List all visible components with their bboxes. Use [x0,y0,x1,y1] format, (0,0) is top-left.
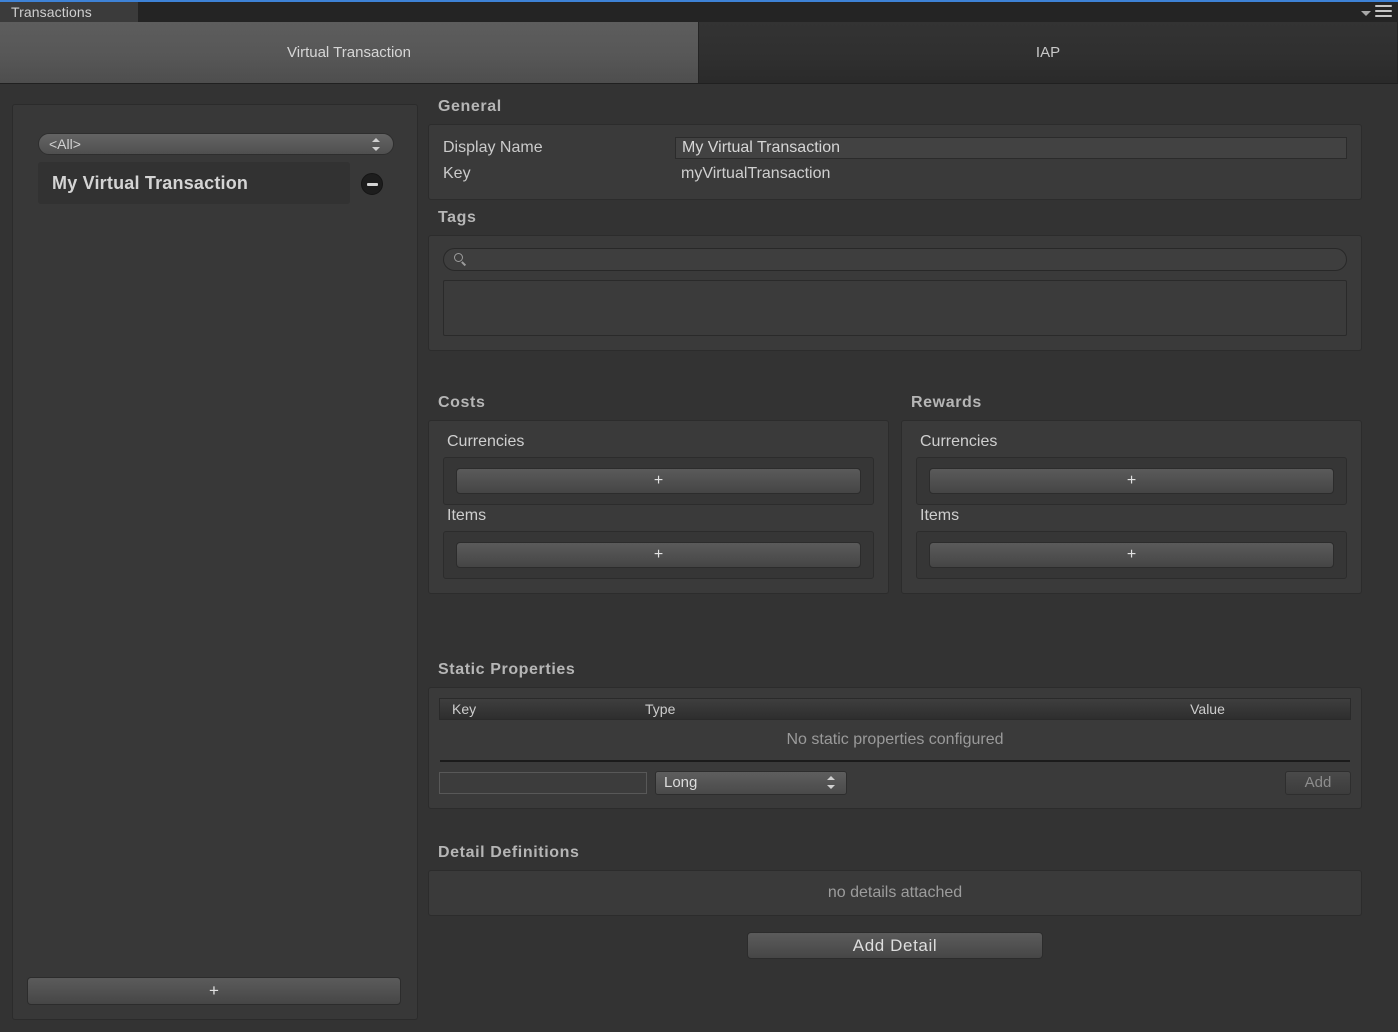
add-transaction-button[interactable]: + [27,977,401,1005]
mode-tab-bar: Virtual Transaction IAP [0,22,1398,84]
rewards-items-label: Items [920,507,960,524]
tab-iap[interactable]: IAP [699,22,1398,83]
costs-currencies-add-button[interactable]: + [456,468,861,494]
window-tab-transactions[interactable]: Transactions [0,2,138,22]
tab-virtual-transaction[interactable]: Virtual Transaction [0,22,699,83]
costs-items-add-button[interactable]: + [456,542,861,568]
rewards-items-add-button[interactable]: + [929,542,1334,568]
search-icon [454,252,468,267]
tags-section-title: Tags [438,209,477,226]
transaction-list-panel: <All> My Virtual Transaction + [12,104,418,1020]
window-body: <All> My Virtual Transaction + General D… [0,84,1398,1032]
minus-circle-icon[interactable] [361,173,383,195]
tab-iap-label: IAP [1035,44,1061,61]
rewards-box: Currencies + Items + [901,420,1362,594]
window-tab-label: Transactions [11,4,92,20]
add-property-button[interactable]: Add [1285,770,1351,795]
general-box: Display Name My Virtual Transaction Key … [428,124,1362,200]
new-property-key-input[interactable] [439,771,647,794]
updown-stepper-icon [825,775,836,790]
costs-items-list: + [443,531,874,579]
detail-definitions-section-title: Detail Definitions [438,844,580,861]
add-transaction-button-label: + [209,981,219,1000]
tag-filter-dropdown[interactable]: <All> [38,133,394,155]
new-property-type-dropdown[interactable]: Long [655,770,847,795]
static-properties-section: Static Properties Key Type Value No stat… [428,661,1362,809]
window-tab-strip-controls [1361,4,1392,18]
transaction-detail-panel: General Display Name My Virtual Transact… [428,84,1386,1032]
key-row: Key myVirtualTransaction [443,161,1347,187]
costs-currencies-add-label: + [653,472,664,489]
column-header-value: Value [1190,701,1225,717]
list-item-label: My Virtual Transaction [52,172,249,193]
tag-list[interactable] [443,280,1347,336]
rewards-currencies-list: + [916,457,1347,505]
display-name-row: Display Name My Virtual Transaction [443,135,1347,161]
key-value: myVirtualTransaction [681,165,831,182]
costs-box: Currencies + Items + [428,420,889,594]
add-detail-button[interactable]: Add Detail [747,932,1043,959]
window-tab-strip: Transactions [0,0,1398,22]
costs-rewards-row: Costs Currencies + Items + Rewards Curre… [428,394,1362,594]
rewards-items-add-label: + [1126,546,1137,563]
rewards-items-list: + [916,531,1347,579]
detail-definitions-section: Detail Definitions no details attached A… [428,844,1362,959]
general-section-title: General [438,98,502,115]
static-properties-box: Key Type Value No static properties conf… [428,687,1362,809]
rewards-currencies-label: Currencies [920,433,998,450]
detail-definitions-empty-message: no details attached [827,884,963,901]
rewards-section-title: Rewards [911,394,982,411]
tags-section: Tags [428,209,1362,351]
add-property-button-label: Add [1304,774,1332,791]
costs-section: Costs Currencies + Items + [428,394,889,594]
costs-currencies-label: Currencies [447,433,525,450]
detail-definitions-box: no details attached [428,870,1362,916]
static-properties-empty-message: No static properties configured [786,731,1004,748]
general-section: General Display Name My Virtual Transact… [428,98,1362,200]
tag-search-input[interactable] [443,248,1347,271]
tags-box [428,235,1362,351]
rewards-currencies-add-button[interactable]: + [929,468,1334,494]
hamburger-menu-icon[interactable] [1375,4,1392,18]
display-name-label: Display Name [443,139,543,156]
static-properties-add-row: Long Add [439,762,1351,796]
tab-virtual-transaction-label: Virtual Transaction [287,44,411,61]
key-label: Key [443,165,471,182]
costs-items-label: Items [447,507,487,524]
chevron-down-icon[interactable] [1361,10,1371,16]
costs-items-add-label: + [653,546,664,563]
list-item[interactable]: My Virtual Transaction [38,162,350,204]
add-detail-button-label: Add Detail [852,935,938,955]
display-name-input[interactable]: My Virtual Transaction [675,137,1347,159]
new-property-type-value: Long [664,774,698,791]
rewards-currencies-add-label: + [1126,472,1137,489]
rewards-section: Rewards Currencies + Items + [901,394,1362,594]
static-properties-section-title: Static Properties [438,661,576,678]
static-properties-header: Key Type Value [439,698,1351,720]
column-header-key: Key [452,701,477,717]
costs-section-title: Costs [438,394,486,411]
costs-currencies-list: + [443,457,874,505]
column-header-type: Type [645,701,676,717]
tag-filter-value: <All> [49,136,81,152]
updown-stepper-icon [370,137,381,152]
